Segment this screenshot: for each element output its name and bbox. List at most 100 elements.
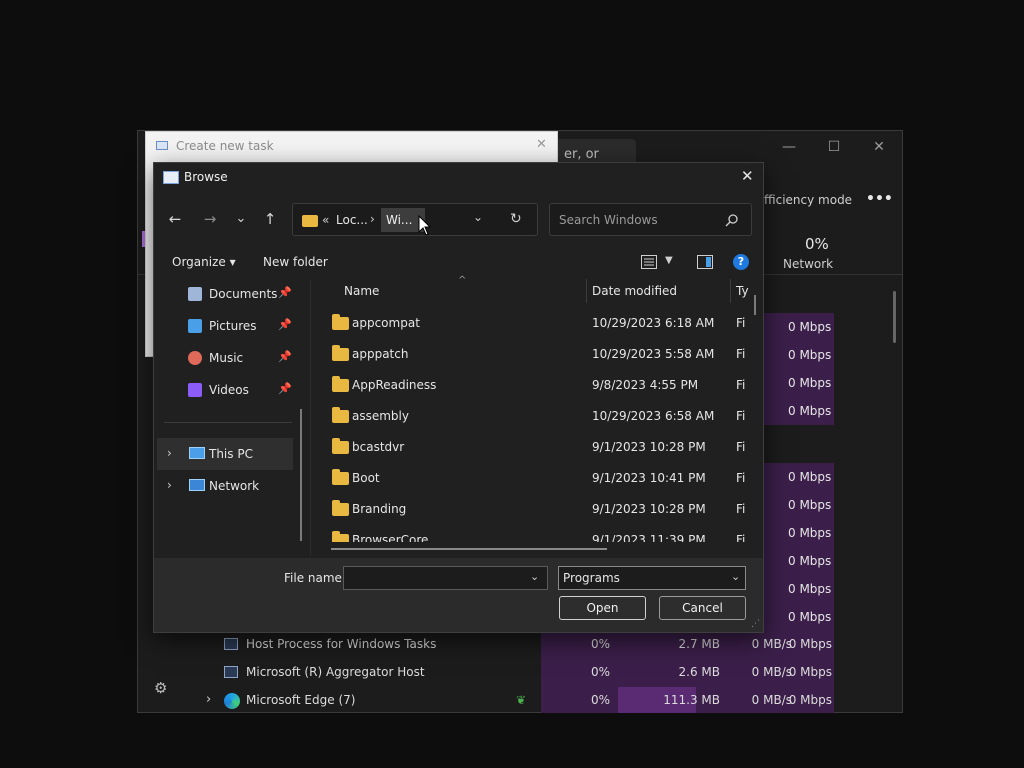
view-options-dropdown-icon[interactable]: ▼ [665,255,673,266]
list-item[interactable]: appcompat 10/29/2023 6:18 AM Fi [324,308,745,339]
process-icon [224,666,238,678]
column-header-name[interactable]: Name [344,284,379,298]
search-input[interactable]: Search Windows [559,213,658,227]
file-date: 9/1/2023 10:28 PM [592,502,706,516]
file-list-vscroll[interactable] [754,295,756,315]
expand-chevron-icon[interactable]: › [167,478,172,492]
tm-network-cell: 0 Mbps [788,498,832,512]
breadcrumb-local-disk[interactable]: Loc... [336,213,368,227]
list-item[interactable]: apppatch 10/29/2023 5:58 AM Fi [324,339,745,370]
process-name: Host Process for Windows Tasks [246,637,437,651]
open-button[interactable]: Open [559,596,646,620]
list-item[interactable]: Branding 9/1/2023 10:28 PM Fi [324,494,746,525]
tm-network-cell: 0 Mbps [788,320,832,334]
address-bar[interactable]: « Loc... › Wi... ⌄ ↻ [292,203,538,236]
breadcrumb-separator[interactable]: › [370,212,375,226]
table-row[interactable]: › Microsoft Edge (7) ❦ 0% 111.3 MB 0 MB/… [206,687,834,715]
browse-close-button[interactable]: ✕ [741,167,754,185]
tm-network-percent: 0% [805,235,829,253]
search-icon[interactable] [725,213,739,227]
file-date: 10/29/2023 6:58 AM [592,409,715,423]
address-dropdown-icon[interactable]: ⌄ [473,210,483,224]
tm-minimize-button[interactable]: — [774,137,804,157]
pin-icon: 📌 [278,318,292,331]
column-header-type[interactable]: Ty [736,284,749,298]
file-name-label: File name: [284,571,346,585]
list-item[interactable]: Boot 9/1/2023 10:41 PM Fi [324,463,745,494]
list-item[interactable]: assembly 10/29/2023 6:58 AM Fi [324,401,745,432]
table-row[interactable]: Host Process for Windows Tasks 0% 2.7 MB… [222,631,834,659]
file-date: 9/8/2023 4:55 PM [592,378,699,392]
tm-maximize-button[interactable]: ☐ [819,137,849,157]
preview-pane-icon[interactable] [697,255,713,269]
sidebar-item-this-pc[interactable]: › This PC [157,438,293,470]
music-icon [188,351,202,365]
table-row[interactable]: Microsoft (R) Aggregator Host 0% 2.6 MB … [222,659,834,687]
address-overflow[interactable]: « [322,213,329,227]
file-date: 9/1/2023 10:41 PM [592,471,706,485]
list-item[interactable]: AppReadiness 9/8/2023 4:55 PM Fi [324,370,745,401]
process-network: 0 Mbps [788,693,832,707]
tm-network-cell: 0 Mbps [788,470,832,484]
file-list[interactable]: appcompat 10/29/2023 6:18 AM Fi apppatch… [314,308,756,542]
tm-network-cell: 0 Mbps [788,554,832,568]
expand-chevron-icon[interactable]: › [167,446,172,460]
column-separator[interactable] [730,279,731,303]
pane-divider[interactable] [310,279,311,555]
chevron-down-icon[interactable]: ⌄ [731,570,740,583]
sidebar-item-network[interactable]: › Network [157,470,293,502]
tm-network-cell: 0 Mbps [788,610,832,624]
sidebar-divider [164,422,292,423]
resize-grip-icon[interactable]: ⋰ [751,619,760,629]
folder-icon [332,407,349,423]
list-item[interactable]: BrowserCore 9/1/2023 11:39 PM Fi [324,525,746,542]
chevron-down-icon[interactable]: ⌄ [530,570,539,583]
browse-window-icon [163,171,179,184]
file-list-hscroll[interactable] [331,548,607,550]
sidebar-item-documents[interactable]: Documents 📌 [164,280,292,308]
tm-close-button[interactable]: ✕ [864,137,894,157]
sidebar-item-label: Videos [209,383,249,397]
tm-network-header[interactable]: Network [783,257,833,271]
create-task-close-button[interactable]: ✕ [536,137,547,152]
file-type-filter[interactable]: Programs ⌄ [558,566,746,590]
expand-chevron-icon[interactable]: › [206,692,211,707]
sidebar-item-music[interactable]: Music 📌 [164,344,292,372]
search-box[interactable]: Search Windows [549,203,752,236]
tm-efficiency-mode[interactable]: fficiency mode [764,193,852,207]
file-type-filter-value: Programs [563,571,620,585]
organize-menu[interactable]: Organize ▾ [172,255,236,269]
recent-locations-button[interactable]: ⌄ [229,209,253,229]
forward-button[interactable]: → [198,209,222,229]
sidebar-item-videos[interactable]: Videos 📌 [164,376,292,404]
file-name: bcastdvr [352,440,405,454]
edge-icon [224,693,240,709]
refresh-icon[interactable]: ↻ [510,211,522,227]
tm-more-icon[interactable]: ••• [866,191,893,207]
help-icon[interactable]: ? [733,254,749,270]
file-name-field[interactable]: ⌄ [343,566,548,590]
tm-scrollbar[interactable] [893,291,896,343]
pin-icon: 📌 [278,350,292,363]
file-type: Fi [736,502,746,516]
back-button[interactable]: ← [163,209,187,229]
sidebar-scrollbar[interactable] [300,409,302,541]
folder-icon [302,215,318,227]
sidebar-item-label: Documents [209,287,278,301]
column-header-date[interactable]: Date modified [592,284,677,298]
list-item[interactable]: bcastdvr 9/1/2023 10:28 PM Fi [324,432,745,463]
folder-icon [332,345,349,361]
sidebar-item-pictures[interactable]: Pictures 📌 [164,312,292,340]
breadcrumb-windows[interactable]: Wi... [386,213,412,227]
settings-gear-icon[interactable]: ⚙ [154,679,167,697]
file-date: 10/29/2023 6:18 AM [592,316,715,330]
column-separator[interactable] [586,279,587,303]
folder-icon [332,469,349,485]
file-name: apppatch [352,347,409,361]
network-icon [189,479,205,491]
view-list-icon[interactable] [641,255,657,269]
file-type: Fi [736,533,746,542]
new-folder-button[interactable]: New folder [263,255,328,269]
up-button[interactable]: ↑ [258,209,282,229]
cancel-button[interactable]: Cancel [659,596,746,620]
